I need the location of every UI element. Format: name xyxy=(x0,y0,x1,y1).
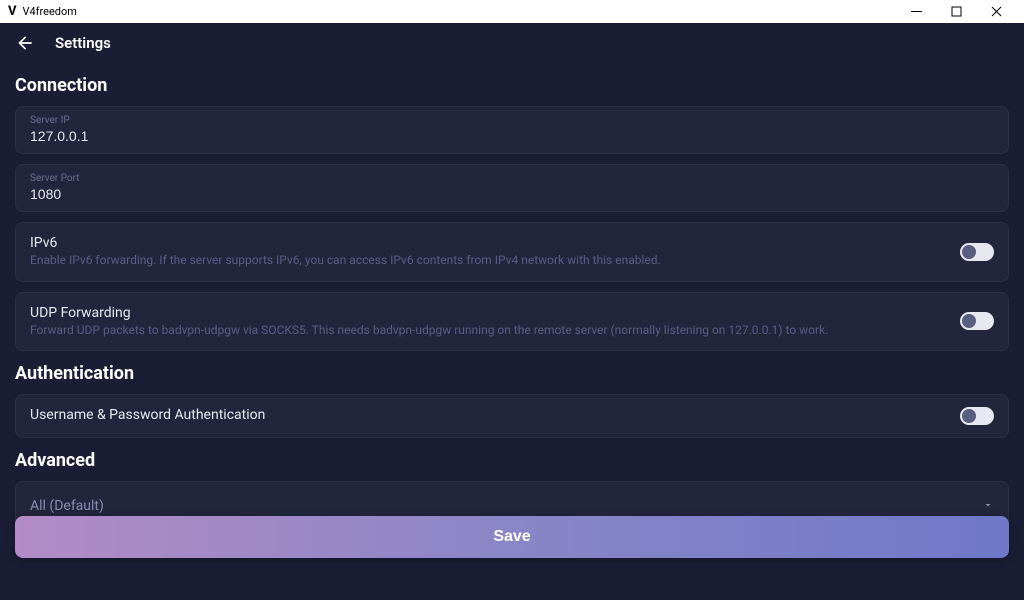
app-title: V4freedom xyxy=(23,5,897,18)
section-title-advanced: Advanced xyxy=(15,450,1009,471)
server-port-field[interactable]: Server Port xyxy=(15,164,1009,212)
advanced-select-value: All (Default) xyxy=(30,498,104,514)
section-title-authentication: Authentication xyxy=(15,363,1009,384)
server-port-label: Server Port xyxy=(30,173,994,184)
app-logo: V xyxy=(8,4,17,19)
ipv6-description: Enable IPv6 forwarding. If the server su… xyxy=(30,253,948,269)
save-button[interactable]: Save xyxy=(15,516,1009,558)
window-title-bar: V V4freedom xyxy=(0,0,1024,23)
userpass-auth-toggle[interactable] xyxy=(960,407,994,425)
ipv6-title: IPv6 xyxy=(30,235,948,251)
chevron-down-icon xyxy=(982,496,994,515)
ipv6-toggle[interactable] xyxy=(960,243,994,261)
maximize-button[interactable] xyxy=(936,0,976,23)
userpass-auth-row: Username & Password Authentication xyxy=(15,394,1009,438)
udp-forwarding-toggle[interactable] xyxy=(960,312,994,330)
ipv6-row: IPv6 Enable IPv6 forwarding. If the serv… xyxy=(15,222,1009,282)
server-ip-label: Server IP xyxy=(30,115,994,126)
close-button[interactable] xyxy=(976,0,1016,23)
page-title: Settings xyxy=(55,34,111,52)
server-port-input[interactable] xyxy=(30,186,994,202)
udp-forwarding-row: UDP Forwarding Forward UDP packets to ba… xyxy=(15,292,1009,352)
server-ip-field[interactable]: Server IP xyxy=(15,106,1009,154)
window-controls xyxy=(896,0,1016,23)
udp-forwarding-description: Forward UDP packets to badvpn-udpgw via … xyxy=(30,323,948,339)
server-ip-input[interactable] xyxy=(30,128,994,144)
back-button[interactable] xyxy=(15,33,35,53)
minimize-button[interactable] xyxy=(896,0,936,23)
udp-forwarding-title: UDP Forwarding xyxy=(30,305,948,321)
section-title-connection: Connection xyxy=(15,75,1009,96)
userpass-auth-title: Username & Password Authentication xyxy=(30,407,948,423)
save-bar: Save xyxy=(15,516,1009,558)
app-header: Settings xyxy=(0,23,1024,63)
